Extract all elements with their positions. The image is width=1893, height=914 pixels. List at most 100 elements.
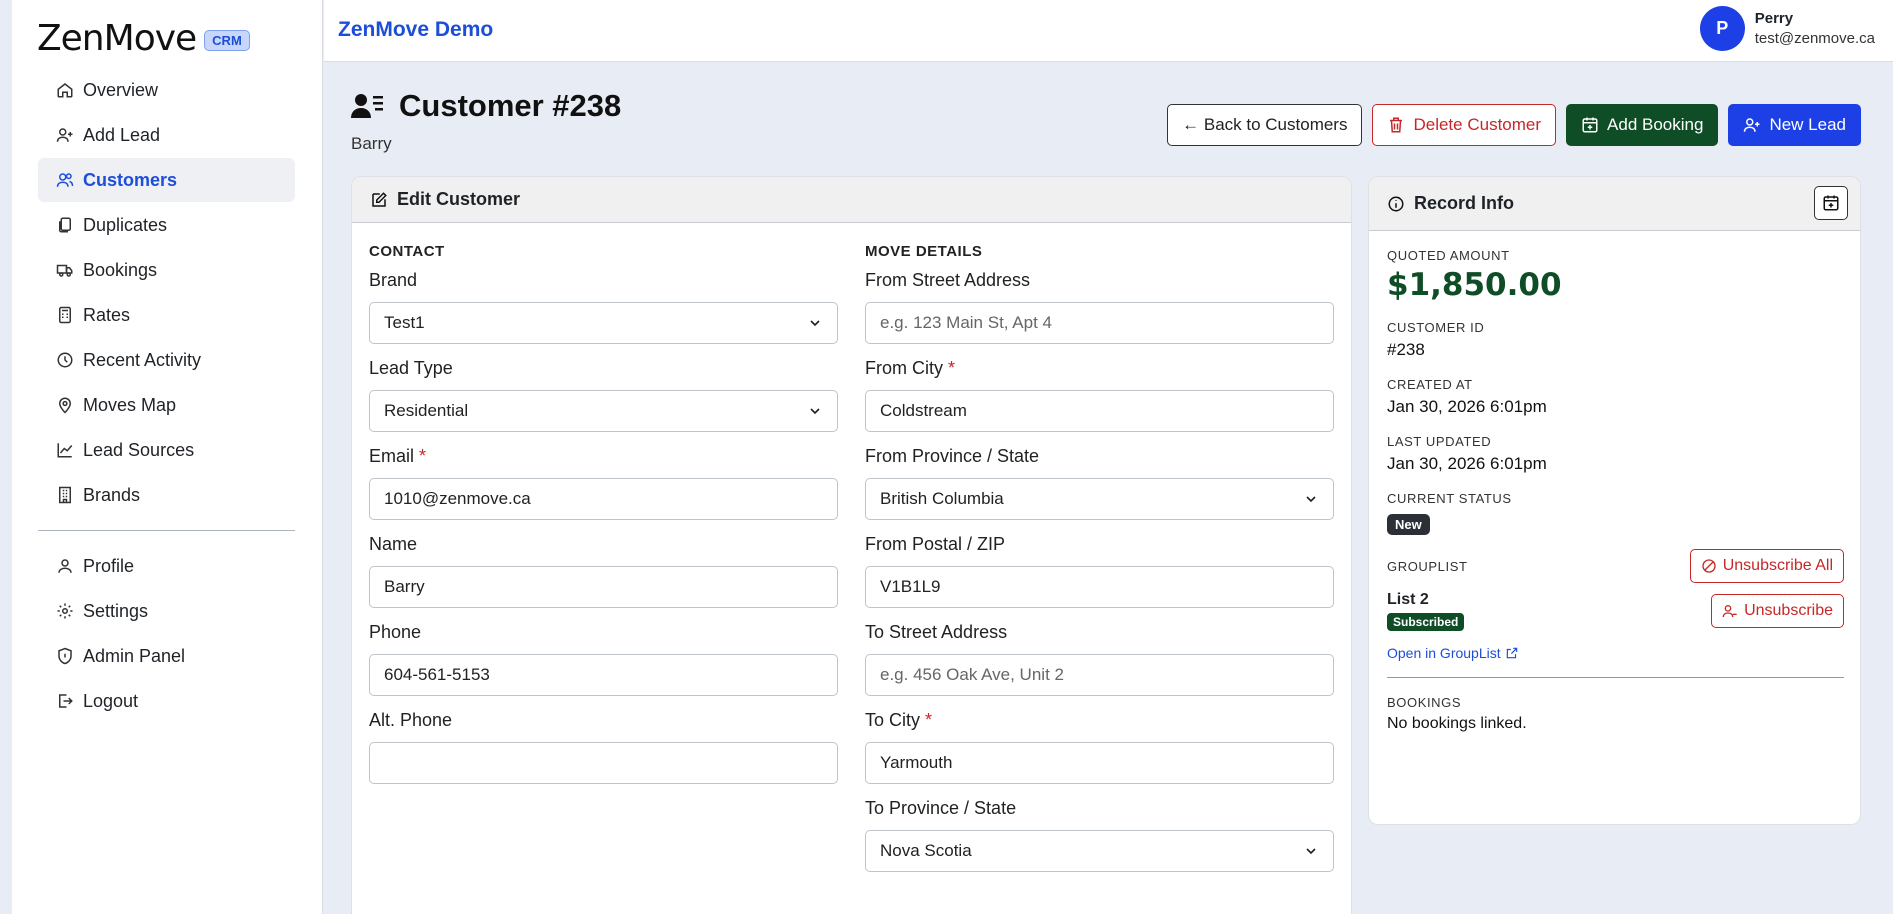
topbar: ZenMove Demo P Perry test@zenmove.ca bbox=[324, 0, 1893, 62]
user-name: Perry bbox=[1754, 10, 1794, 27]
sidebar-item-label: Duplicates bbox=[83, 214, 168, 235]
calendar-plus-icon bbox=[1582, 117, 1598, 133]
quoted-amount-value: $1,850.00 bbox=[1387, 267, 1562, 303]
unsubscribe-label: Unsubscribe bbox=[1744, 602, 1833, 619]
sidebar-item-label: Rates bbox=[83, 304, 131, 325]
users-icon bbox=[55, 170, 75, 190]
calendar-button[interactable] bbox=[1814, 186, 1848, 220]
from-street-field[interactable]: e.g. 123 Main St, Apt 4 bbox=[865, 302, 1334, 344]
external-link-icon bbox=[1506, 647, 1517, 659]
move-details-section: MOVE DETAILS From Street Address e.g. 12… bbox=[865, 243, 1334, 886]
from-postal-field[interactable]: V1B1L9 bbox=[865, 566, 1334, 608]
sidebar: ZenMove CRM Overview Add Lead Customers … bbox=[12, 0, 323, 914]
created-at-label: CREATED AT bbox=[1387, 377, 1473, 392]
from-province-value: British Columbia bbox=[880, 489, 1004, 508]
chevron-down-icon bbox=[1306, 496, 1316, 503]
info-icon bbox=[1388, 196, 1404, 211]
alt-phone-field[interactable] bbox=[369, 742, 838, 784]
user-minus-icon bbox=[1722, 605, 1737, 618]
new-lead-button[interactable]: New Lead bbox=[1728, 104, 1861, 146]
add-booking-button[interactable]: Add Booking bbox=[1566, 104, 1719, 146]
shield-icon bbox=[55, 646, 75, 666]
from-province-label: From Province / State bbox=[865, 446, 1040, 466]
email-field[interactable]: 1010@zenmove.ca bbox=[369, 478, 838, 520]
to-province-value: Nova Scotia bbox=[880, 841, 972, 860]
logout-icon bbox=[55, 691, 75, 711]
record-card-title: Record Info bbox=[1414, 193, 1515, 213]
delete-customer-button[interactable]: Delete Customer bbox=[1372, 104, 1557, 146]
from-province-select[interactable]: British Columbia bbox=[865, 478, 1334, 520]
copy-icon bbox=[55, 215, 75, 235]
user-menu[interactable]: P Perry test@zenmove.ca bbox=[1699, 6, 1875, 51]
phone-field[interactable]: 604-561-5153 bbox=[369, 654, 838, 696]
to-street-field[interactable]: e.g. 456 Oak Ave, Unit 2 bbox=[865, 654, 1334, 696]
open-grouplist-link[interactable]: Open in GroupList bbox=[1387, 645, 1844, 661]
sidebar-item-duplicates[interactable]: Duplicates bbox=[38, 203, 295, 247]
to-city-field[interactable]: Yarmouth bbox=[865, 742, 1334, 784]
sidebar-item-add-lead[interactable]: Add Lead bbox=[38, 113, 295, 157]
name-label: Name bbox=[369, 534, 418, 554]
sidebar-item-recent-activity[interactable]: Recent Activity bbox=[38, 338, 295, 382]
crm-badge: CRM bbox=[204, 30, 250, 51]
sidebar-item-label: Recent Activity bbox=[83, 349, 202, 370]
record-info-card: Record Info QUOTED AMOUNT $1,850.00 CUST… bbox=[1368, 176, 1861, 825]
calendar-plus-icon bbox=[1823, 195, 1839, 211]
gear-icon bbox=[55, 601, 75, 621]
sidebar-item-logout[interactable]: Logout bbox=[38, 679, 295, 723]
page-header: Customer #238 Barry bbox=[351, 88, 621, 154]
brand-select-value: Test1 bbox=[384, 313, 425, 332]
to-province-select[interactable]: Nova Scotia bbox=[865, 830, 1334, 872]
unsubscribe-all-label: Unsubscribe All bbox=[1722, 557, 1833, 574]
home-icon bbox=[55, 80, 75, 100]
user-email: test@zenmove.ca bbox=[1754, 30, 1875, 47]
current-status-label: CURRENT STATUS bbox=[1387, 491, 1512, 506]
record-card-header: Record Info bbox=[1369, 177, 1860, 231]
trash-icon bbox=[1390, 117, 1403, 133]
sidebar-item-rates[interactable]: Rates bbox=[38, 293, 295, 337]
sidebar-item-label: Lead Sources bbox=[83, 439, 195, 460]
sidebar-item-brands[interactable]: Brands bbox=[38, 473, 295, 517]
lead-type-select[interactable]: Residential bbox=[369, 390, 838, 432]
last-updated-label: LAST UPDATED bbox=[1387, 434, 1492, 449]
sidebar-item-settings[interactable]: Settings bbox=[38, 589, 295, 633]
email-label: Email * bbox=[369, 446, 427, 466]
app-title: ZenMove Demo bbox=[338, 18, 494, 41]
map-pin-icon bbox=[55, 395, 75, 415]
sidebar-item-admin-panel[interactable]: Admin Panel bbox=[38, 634, 295, 678]
page-subtitle: Barry bbox=[351, 134, 392, 153]
sidebar-item-moves-map[interactable]: Moves Map bbox=[38, 383, 295, 427]
move-details-title: MOVE DETAILS bbox=[865, 243, 983, 260]
chevron-down-icon bbox=[1306, 848, 1316, 855]
sidebar-item-label: Brands bbox=[83, 484, 141, 505]
brand-select[interactable]: Test1 bbox=[369, 302, 838, 344]
sidebar-item-label: Bookings bbox=[83, 259, 158, 280]
sidebar-item-overview[interactable]: Overview bbox=[38, 68, 295, 112]
sidebar-item-label: Admin Panel bbox=[83, 645, 186, 666]
user-list-icon bbox=[351, 94, 383, 118]
sidebar-item-label: Moves Map bbox=[83, 394, 177, 415]
to-province-label: To Province / State bbox=[865, 798, 1017, 818]
from-city-field[interactable]: Coldstream bbox=[865, 390, 1334, 432]
required-mark: * bbox=[925, 710, 933, 730]
status-badge: New bbox=[1387, 514, 1430, 535]
sidebar-item-profile[interactable]: Profile bbox=[38, 544, 295, 588]
list-name: List 2 bbox=[1387, 591, 1429, 608]
sidebar-item-lead-sources[interactable]: Lead Sources bbox=[38, 428, 295, 472]
brand-logo[interactable]: ZenMove CRM bbox=[37, 18, 250, 59]
unsubscribe-button[interactable]: Unsubscribe bbox=[1711, 594, 1844, 628]
name-field[interactable]: Barry bbox=[369, 566, 838, 608]
avatar[interactable]: P bbox=[1699, 6, 1745, 51]
created-at-value: Jan 30, 2026 6:01pm bbox=[1387, 397, 1547, 416]
building-icon bbox=[55, 485, 75, 505]
last-updated-value: Jan 30, 2026 6:01pm bbox=[1387, 454, 1547, 473]
bookings-label: BOOKINGS bbox=[1387, 695, 1462, 710]
record-divider bbox=[1387, 677, 1844, 678]
back-to-customers-button[interactable]: ← Back to Customers bbox=[1167, 104, 1363, 146]
sidebar-item-label: Add Lead bbox=[83, 124, 161, 145]
ban-icon bbox=[1702, 559, 1716, 573]
unsubscribe-all-button[interactable]: Unsubscribe All bbox=[1689, 549, 1844, 583]
sidebar-item-bookings[interactable]: Bookings bbox=[38, 248, 295, 292]
customer-id-value: #238 bbox=[1387, 340, 1425, 359]
quoted-amount-label: QUOTED AMOUNT bbox=[1387, 248, 1510, 263]
sidebar-item-customers[interactable]: Customers bbox=[38, 158, 295, 202]
